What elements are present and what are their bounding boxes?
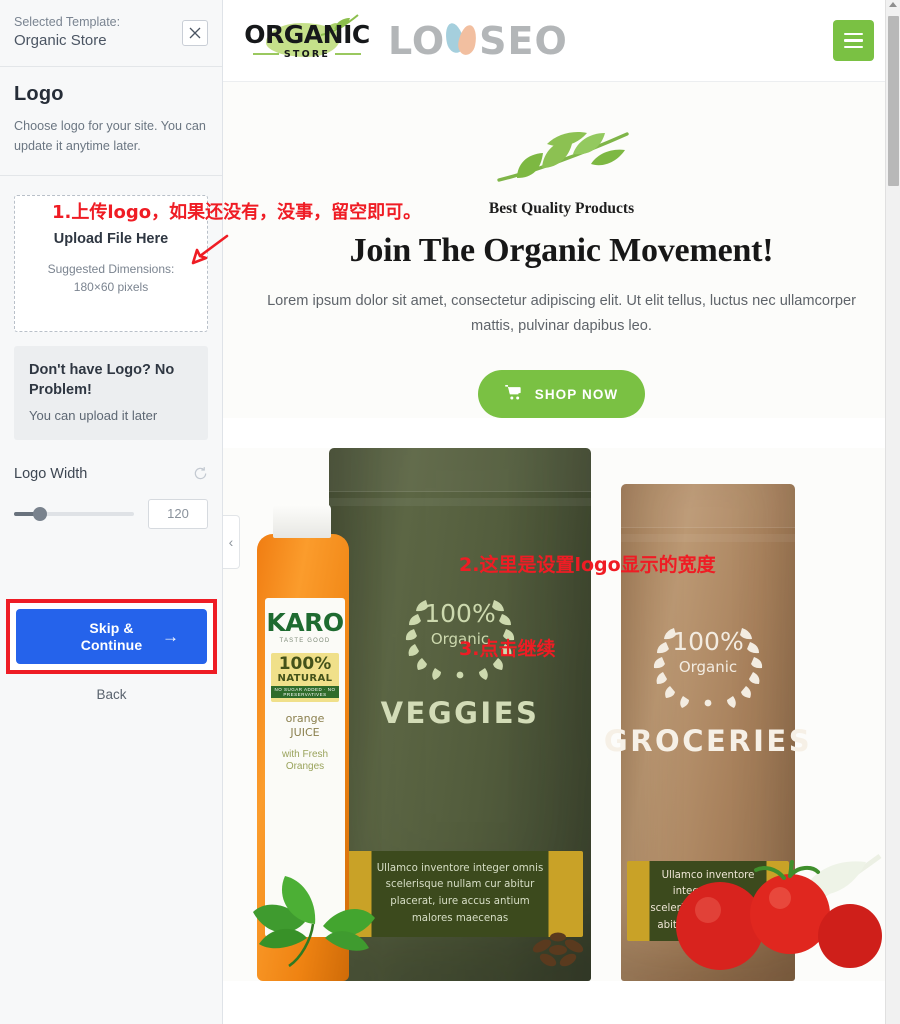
hero-paragraph: Lorem ipsum dolor sit amet, consectetur … <box>267 293 856 335</box>
sidebar-body: Logo Choose logo for your site. You can … <box>0 67 222 529</box>
arrow-up-left-icon <box>188 232 230 273</box>
bottle-cap <box>273 504 331 539</box>
bag-zip-strip <box>329 498 591 507</box>
bag-top-seal <box>329 448 591 493</box>
logo-width-input[interactable] <box>148 498 208 529</box>
green-bag-name: VEGGIES <box>380 696 540 731</box>
wizard-sidebar: Selected Template: Organic Store Logo Ch… <box>0 0 223 1024</box>
bag-zip-strip <box>621 534 795 543</box>
shopping-cart-icon <box>504 385 522 403</box>
section-title: Logo <box>14 83 64 105</box>
selected-template-value: Organic Store <box>14 32 107 50</box>
notice-subtitle: You can upload it later <box>29 407 158 423</box>
bottle-claim-number: 100% <box>278 654 332 675</box>
notice-title: Don't have Logo? No Problem! <box>29 361 175 399</box>
slider-thumb[interactable] <box>33 506 48 521</box>
brown-bag-badge-word: Organic <box>678 658 738 677</box>
annotation-1: 1.上传logo，如果还没有，没事，留空即可。 <box>52 202 422 223</box>
leaf-branch-icon <box>223 128 900 190</box>
shop-now-button[interactable]: SHOP NOW <box>477 370 646 419</box>
divider <box>0 174 222 176</box>
sidebar-actions: Skip & Continue → Back <box>6 599 217 702</box>
close-icon <box>189 27 201 39</box>
skip-continue-label: Skip & Continue <box>80 620 143 653</box>
selected-template-bar: Selected Template: Organic Store <box>0 0 222 67</box>
watermark-left-text: LO <box>388 18 446 63</box>
watermark-right-text: SEO <box>479 18 568 63</box>
selected-template-label: Selected Template: <box>14 14 121 29</box>
bottle-tagline: with Fresh Oranges <box>281 748 329 772</box>
organic-badge-wreath-icon: 100% Organic <box>630 604 786 712</box>
hero-product-scene: 100% Organic GROCERIES Ullamco inventore… <box>223 448 900 982</box>
bottle-brand-subtitle: TASTE GOOD <box>279 638 331 645</box>
brown-bag-name: GROCERIES <box>603 724 813 759</box>
site-header: ORGANIC STORE LO SEO <box>223 0 900 82</box>
basil-leaves-decoration <box>245 866 395 981</box>
logo-width-label: Logo Width <box>14 465 88 482</box>
collapse-panel-toggle[interactable]: ‹ <box>223 515 240 569</box>
upload-subtitle: Suggested Dimensions: 180×60 pixels <box>47 261 175 294</box>
logo-width-slider[interactable] <box>14 505 134 523</box>
logo-store-row: STORE <box>252 48 362 60</box>
annotation-3: 3.点击继续 <box>459 638 556 660</box>
bottle-claim-strip: NO SUGAR ADDED · NO PRESERVATIVES <box>270 686 340 699</box>
reset-icon[interactable] <box>193 466 208 481</box>
back-link[interactable]: Back <box>6 687 217 702</box>
hero-section: Best Quality Products Join The Organic M… <box>223 82 900 419</box>
logo-width-control <box>14 498 208 529</box>
annotation-2: 2.这里是设置logo显示的宽度 <box>459 554 716 576</box>
star-anise-decoration <box>523 924 593 977</box>
tomatoes-decoration <box>672 856 882 981</box>
bag-top-seal <box>621 484 795 529</box>
page-scrollbar[interactable] <box>885 0 900 1024</box>
bottle-claim-band: 100% NATURAL NO SUGAR ADDED · NO PRESERV… <box>270 653 340 703</box>
loyseo-watermark: LO SEO <box>388 19 568 63</box>
logo-rule-right <box>335 53 362 55</box>
logo-rule-left <box>252 53 279 55</box>
section-description: Choose logo for your site. You can updat… <box>14 119 206 154</box>
site-preview: ‹ ORGANIC STORE LO SEO Best Quality Prod… <box>223 0 900 1024</box>
logo-wordmark: ORGANIC <box>244 19 370 49</box>
brown-bag-badge-percent: 100% <box>672 627 744 657</box>
hamburger-menu-icon[interactable] <box>833 20 874 61</box>
organic-badge-wreath-icon: 100% Organic <box>382 576 538 684</box>
organic-store-logo[interactable]: ORGANIC STORE <box>244 13 370 60</box>
skip-continue-highlight: Skip & Continue → <box>6 599 217 674</box>
logo-width-row: Logo Width <box>14 466 208 482</box>
bottle-brand: KARO <box>266 608 344 638</box>
shop-now-label: SHOP NOW <box>534 386 619 402</box>
green-bag-badge-percent: 100% <box>424 599 496 629</box>
hero-heading: Join The Organic Movement! <box>349 232 774 269</box>
bottle-product-name: orange JUICE <box>285 712 325 740</box>
bottle-claim-word: NATURAL <box>277 673 333 685</box>
arrow-right-icon: → <box>162 626 179 646</box>
watermark-petals-icon <box>443 20 479 61</box>
chevron-left-icon: ‹ <box>228 534 234 550</box>
skip-and-continue-button[interactable]: Skip & Continue → <box>16 609 207 664</box>
selected-template-texts: Selected Template: Organic Store <box>14 15 182 51</box>
green-bag-label-text: Ullamco inventore integer omnis sceleris… <box>376 862 544 925</box>
no-logo-notice: Don't have Logo? No Problem! You can upl… <box>14 345 208 440</box>
upload-title: Upload File Here <box>53 230 169 247</box>
scrollbar-thumb[interactable] <box>888 16 899 186</box>
logo-store-text: STORE <box>283 48 331 60</box>
wizard-screen: Selected Template: Organic Store Logo Ch… <box>0 0 900 1024</box>
scroll-up-arrow-icon[interactable] <box>889 2 897 7</box>
close-button[interactable] <box>182 20 208 46</box>
